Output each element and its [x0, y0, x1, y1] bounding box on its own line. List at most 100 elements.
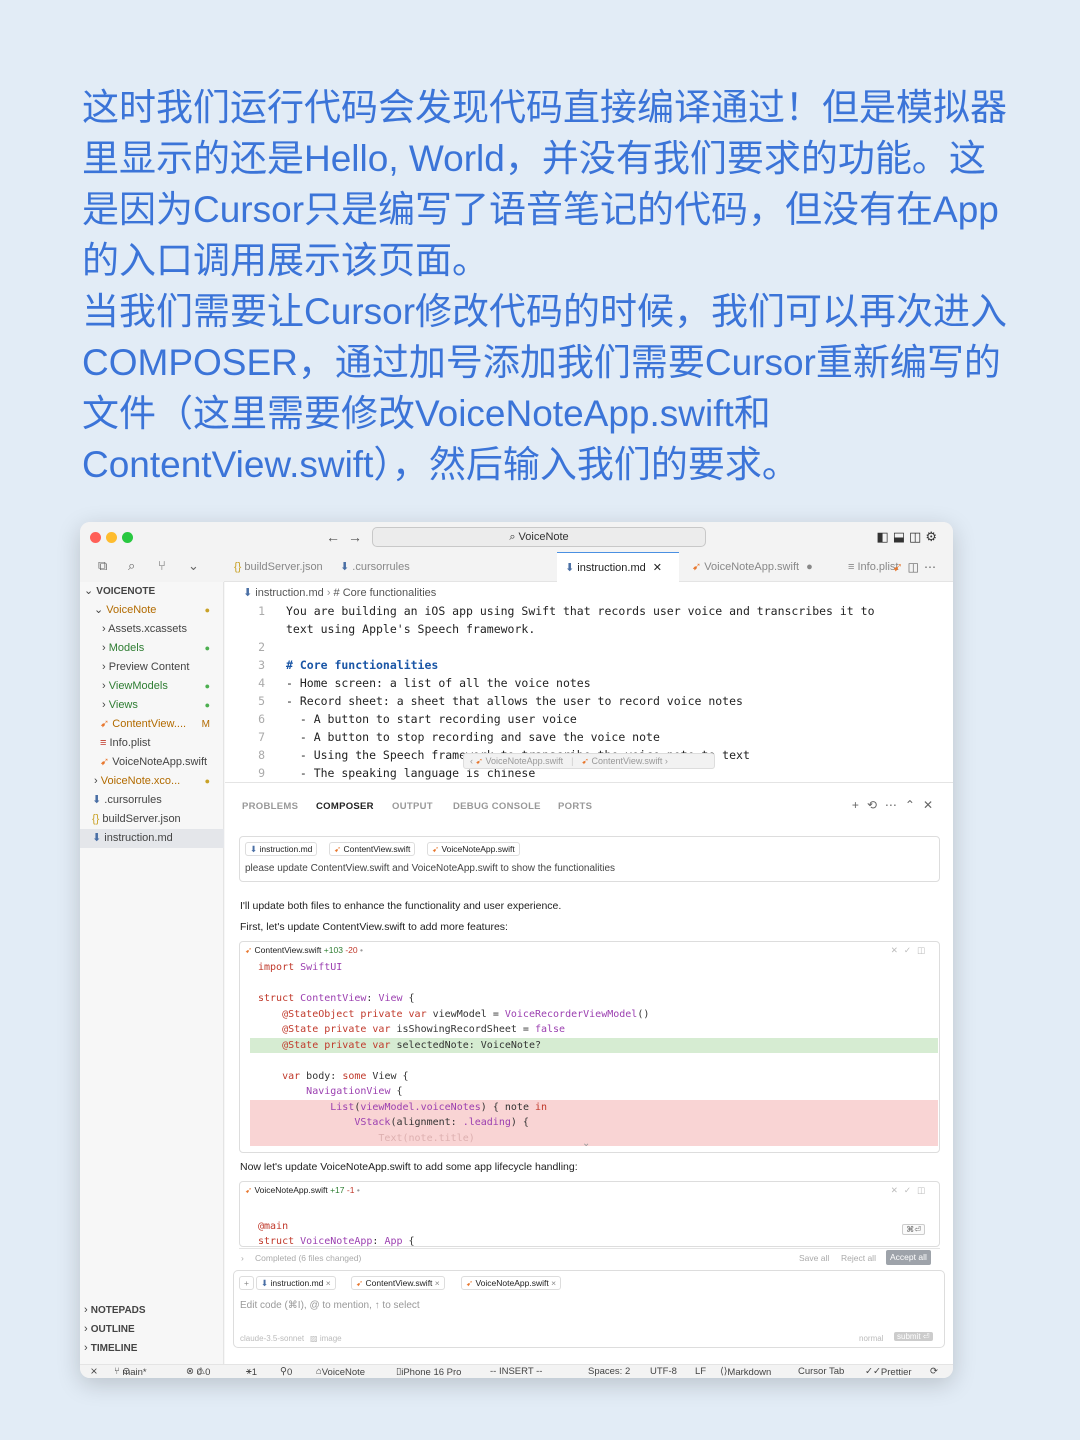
diff-line: NavigationView { — [306, 1086, 403, 1097]
code-line: 1 You are building an iOS app using Swift… — [225, 602, 953, 620]
submit-button[interactable]: submit ⏎ — [894, 1332, 933, 1341]
diff-line-removed: Text(note.title) — [250, 1130, 938, 1146]
chevron-down-icon: ⌄ — [94, 604, 107, 616]
sync-indicator[interactable]: ⚹ 1 — [246, 1366, 257, 1378]
editor-actions-icons[interactable]: ➹◫⋯ — [893, 560, 941, 574]
search-icon[interactable]: ⌕ — [128, 558, 135, 574]
ports-indicator[interactable]: ⚲ 0 — [280, 1366, 292, 1378]
tab-composer[interactable]: COMPOSER — [316, 801, 374, 812]
response-text: First, let's update ContentView.swift to… — [240, 921, 508, 933]
add-context-button[interactable]: + — [239, 1276, 254, 1290]
close-window-button[interactable] — [90, 532, 101, 543]
problems-indicator[interactable]: ⊗ 0 ⚠ 0 — [186, 1366, 210, 1378]
context-chip[interactable]: ⬇ instruction.md — [245, 842, 318, 856]
branch-indicator[interactable]: ⑂ main* ⊙ — [114, 1366, 147, 1378]
chevron-down-icon[interactable]: ⌄ — [188, 558, 199, 574]
expand-chevron-icon[interactable]: ⌄ — [582, 1138, 590, 1149]
code-line: 3 # Core functionalities — [225, 656, 953, 674]
popup-file-2[interactable]: ContentView.swift — [591, 756, 662, 766]
diff-file-name[interactable]: ContentView.swift — [254, 945, 321, 955]
command-search-box[interactable]: ⌕ VoiceNote — [372, 527, 706, 547]
composer-input-placeholder[interactable]: Edit code (⌘I), @ to mention, ↑ to selec… — [240, 1300, 420, 1311]
chevron-right-icon[interactable]: › — [241, 1253, 244, 1263]
diff-line-added: @State private var selectedNote: VoiceNo… — [250, 1037, 938, 1053]
indentation[interactable]: Spaces: 2 — [588, 1366, 630, 1377]
context-chip[interactable]: ➹ ContentView.swift × — [351, 1276, 445, 1290]
save-all-button[interactable]: Save all — [799, 1253, 829, 1263]
tab-bar: {} buildServer.json ⬇ .cursorrules ⬇ ins… — [224, 552, 953, 582]
sidebar-item-preview-content[interactable]: › Preview Content — [80, 658, 224, 677]
tab-cursorrules[interactable]: ⬇ .cursorrules — [340, 552, 440, 582]
code-editor[interactable]: ⬇ instruction.md › # Core functionalitie… — [225, 582, 953, 782]
sidebar-item-voicenote[interactable]: ⌄ VoiceNote ● — [80, 601, 224, 620]
device-indicator[interactable]: ▯ iPhone 16 Pro — [396, 1366, 461, 1378]
context-chip[interactable]: ➹ ContentView.swift — [329, 842, 416, 856]
popup-file-1[interactable]: VoiceNoteApp.swift — [486, 756, 564, 766]
context-chip[interactable]: ➹ VoiceNoteApp.swift — [427, 842, 520, 856]
source-control-icon[interactable]: ⑂ — [158, 558, 166, 573]
file-suggestion-popup[interactable]: ‹ ➹ VoiceNoteApp.swift | ➹ ContentView.swi… — [463, 753, 715, 769]
zoom-window-button[interactable] — [122, 532, 133, 543]
model-selector[interactable]: claude-3.5-sonnet ▨ image — [240, 1334, 342, 1343]
accept-all-button[interactable]: Accept all — [886, 1250, 931, 1265]
prettier-label: Prettier — [880, 1367, 912, 1378]
files-icon[interactable]: ⧉ — [98, 558, 107, 574]
context-chip[interactable]: ➹ VoiceNoteApp.swift × — [461, 1276, 562, 1290]
breadcrumb-file[interactable]: instruction.md — [255, 587, 323, 599]
search-label: VoiceNote — [518, 531, 569, 543]
sidebar-item-xcodeproj[interactable]: › VoiceNote.xco... ● — [80, 772, 224, 791]
sidebar-item-voicenoteapp[interactable]: ➹ VoiceNoteApp.swift — [80, 753, 224, 772]
tab-output[interactable]: OUTPUT — [392, 801, 433, 812]
tab-instruction-md[interactable]: ⬇ instruction.md ✕ — [557, 552, 679, 582]
tab-debug-console[interactable]: DEBUG CONSOLE — [453, 801, 541, 812]
reject-all-button[interactable]: Reject all — [841, 1253, 876, 1263]
sidebar-item-views[interactable]: › Views ● — [80, 696, 224, 715]
language-label: Markdown — [727, 1367, 772, 1378]
sidebar-item-assets[interactable]: › Assets.xcassets — [80, 620, 224, 639]
minimize-window-button[interactable] — [106, 532, 117, 543]
sidebar-item-cursorrules[interactable]: ⬇ .cursorrules — [80, 791, 224, 810]
encoding[interactable]: UTF-8 — [650, 1366, 677, 1377]
code-line: 6 - A button to start recording user voi… — [225, 710, 953, 728]
mode-selector[interactable]: normal — [859, 1334, 883, 1343]
sidebar-item-viewmodels[interactable]: › ViewModels ● — [80, 677, 224, 696]
context-chip[interactable]: ⬇ instruction.md × — [256, 1276, 336, 1290]
section-timeline[interactable]: › TIMELINE — [80, 1339, 224, 1358]
diff-file-name[interactable]: VoiceNoteApp.swift — [254, 1185, 327, 1195]
diff-actions-icons[interactable]: ✕✓◫ — [891, 942, 931, 958]
close-tab-icon[interactable]: ✕ — [653, 562, 662, 574]
sidebar-item-label: instruction.md — [104, 832, 173, 844]
panel-actions-icons[interactable]: +⟲⋯⌃✕ — [852, 798, 941, 812]
language-mode[interactable]: ⟨⟩ Markdown — [720, 1366, 771, 1378]
completed-label[interactable]: Completed (6 files changed) — [255, 1253, 361, 1263]
diff-line-removed: List(viewModel.voiceNotes) { note in — [250, 1099, 938, 1115]
notifications-icon[interactable]: ⟳ — [930, 1366, 938, 1377]
tab-problems[interactable]: PROBLEMS — [242, 801, 298, 812]
project-indicator[interactable]: ⌂ VoiceNote — [316, 1366, 365, 1378]
chevron-right-icon[interactable]: › — [662, 756, 668, 766]
forward-arrow-icon[interactable]: → — [348, 529, 362, 545]
swift-file-icon: ➹ — [100, 718, 113, 730]
section-label: TIMELINE — [90, 1343, 138, 1354]
tab-ports[interactable]: PORTS — [558, 801, 592, 812]
cursor-tab[interactable]: Cursor Tab — [798, 1366, 844, 1377]
line-ending[interactable]: LF — [695, 1366, 706, 1377]
breadcrumb-section[interactable]: # Core functionalities — [334, 587, 437, 599]
section-notepads[interactable]: › NOTEPADS — [80, 1301, 224, 1320]
sidebar-item-instruction[interactable]: ⬇ instruction.md — [80, 829, 224, 848]
tab-voicenoteapp-swift[interactable]: ➹ VoiceNoteApp.swift ● — [692, 552, 830, 582]
line-text: - Home screen: a list of all the voice n… — [286, 676, 591, 690]
back-arrow-icon[interactable]: ← — [326, 529, 340, 545]
section-outline[interactable]: › OUTLINE — [80, 1320, 224, 1339]
sidebar-item-contentview[interactable]: ➹ ContentView.... M — [80, 715, 224, 734]
diff-actions-icons[interactable]: ✕✓◫ — [891, 1182, 931, 1198]
explorer-root[interactable]: ⌄ VOICENOTE — [80, 582, 224, 601]
remote-icon[interactable]: ⨯ — [90, 1366, 98, 1377]
tab-buildserver-json[interactable]: {} buildServer.json — [234, 552, 334, 582]
composer-input-box[interactable]: + ⬇ instruction.md × ➹ ContentView.swift… — [233, 1270, 945, 1348]
sidebar-item-info-plist[interactable]: ≡ Info.plist — [80, 734, 224, 753]
sidebar-item-models[interactable]: › Models ● — [80, 639, 224, 658]
prettier-indicator[interactable]: ✓✓ Prettier — [865, 1366, 912, 1378]
sidebar-item-buildserver[interactable]: {} buildServer.json — [80, 810, 224, 829]
layout-toggle-icons[interactable]: ◧⬓◫⚙ — [876, 529, 941, 545]
